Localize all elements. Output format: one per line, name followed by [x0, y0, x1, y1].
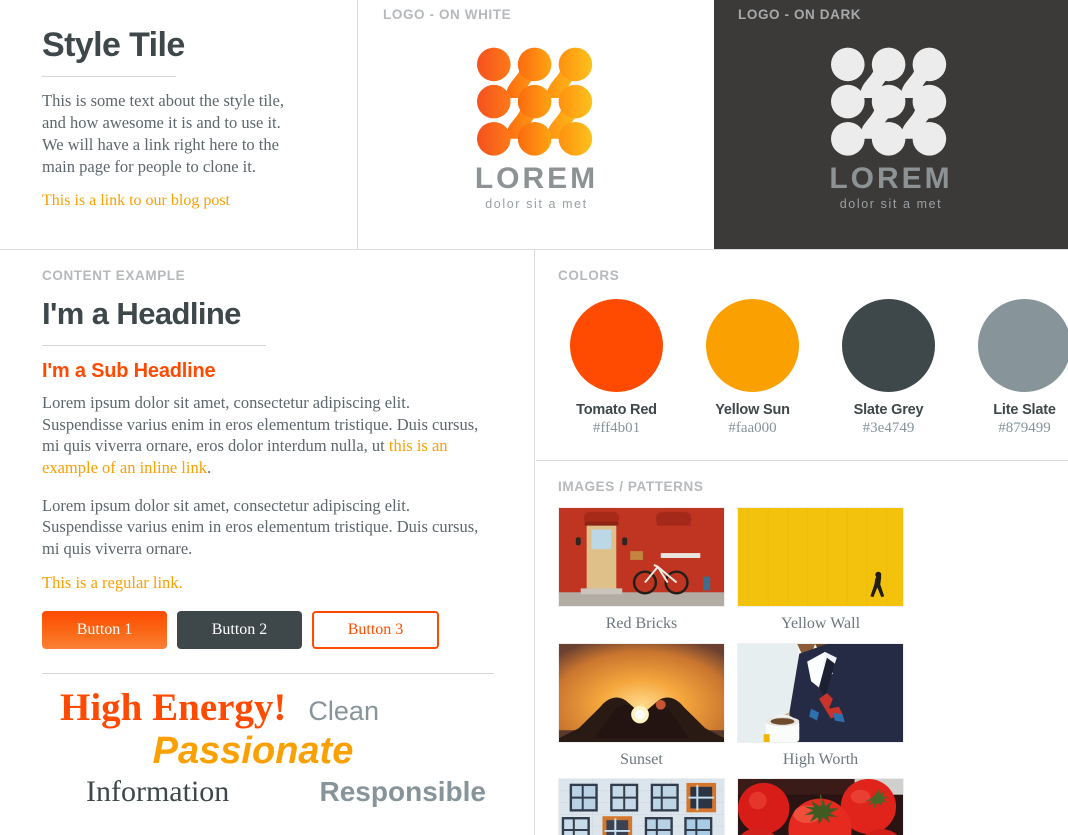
button-3[interactable]: Button 3: [312, 611, 439, 650]
logo-wordmark: LOREM: [474, 162, 599, 195]
adjective-information: Information: [86, 775, 230, 809]
logo-tagline: dolor sit a met: [485, 197, 588, 211]
swatch-name: Lite Slate: [993, 402, 1056, 418]
color-swatch: Slate Grey #3e4749: [842, 299, 935, 437]
swatch-circle-slate-grey: [842, 299, 935, 392]
style-tile-page: Style Tile This is some text about the s…: [0, 0, 1068, 835]
page-title: Style Tile: [42, 26, 185, 64]
logo-on-dark: LOREM dolor sit a met: [815, 38, 967, 211]
images-patterns-panel: IMAGES / PATTERNS Red Bricks Yellow Wall…: [536, 461, 1068, 835]
swatch-name: Tomato Red: [576, 402, 657, 418]
bright-red-thumbnail[interactable]: [737, 778, 904, 835]
adjective-passionate: Passionate: [152, 730, 354, 773]
headline: I'm a Headline: [42, 296, 241, 331]
colors-label: COLORS: [558, 268, 620, 283]
image-card[interactable]: High Worth: [737, 642, 904, 769]
intro-panel: Style Tile This is some text about the s…: [0, 0, 358, 249]
image-caption: Sunset: [620, 750, 663, 768]
adjectives-row-1: High Energy! Clean: [42, 686, 494, 730]
button-2[interactable]: Button 2: [177, 611, 302, 650]
image-caption: Red Bricks: [605, 615, 678, 632]
logo-on-dark-panel: LOGO - ON DARK LOREM dolor sit a met: [714, 0, 1068, 249]
title-divider: [42, 76, 176, 78]
image-card[interactable]: Yellow Wall: [737, 507, 904, 633]
button-1[interactable]: Button 1: [42, 611, 167, 650]
image-caption: High Worth: [782, 750, 859, 768]
logo-mark-icon: [476, 47, 592, 156]
image-caption: Yellow Wall: [780, 615, 861, 632]
swatch-hex: #faa000: [728, 420, 777, 436]
image-card[interactable]: Red Bricks: [558, 507, 725, 633]
sunset-art: [559, 643, 724, 742]
logo-tagline-dark: dolor sit a met: [839, 197, 943, 211]
logo-mark-light-icon: [831, 47, 947, 156]
body-paragraph-2: Lorem ipsum dolor sit amet, consectetur …: [42, 495, 479, 558]
red-bricks-thumbnail[interactable]: [558, 507, 725, 607]
subtle-callouts-thumbnail[interactable]: [558, 778, 725, 835]
sunset-thumbnail[interactable]: [558, 642, 725, 743]
logo-wordmark-dark: LOREM: [829, 162, 953, 195]
swatch-hex: #ff4b01: [592, 420, 641, 436]
color-swatch: Lite Slate #879499: [978, 299, 1068, 437]
swatch-name: Slate Grey: [853, 402, 924, 418]
sub-headline: I'm a Sub Headline: [42, 360, 216, 383]
adjective-high-energy: High Energy!: [60, 686, 287, 730]
yellow-wall-thumbnail[interactable]: [737, 507, 904, 607]
intro-paragraph: This is some text about the style tile, …: [42, 91, 284, 177]
adjectives-row-3: Information Responsible: [42, 775, 494, 808]
top-row: Style Tile This is some text about the s…: [0, 0, 1068, 250]
images-patterns-label: IMAGES / PATTERNS: [558, 479, 704, 494]
logo-on-white-label: LOGO - ON WHITE: [383, 7, 512, 22]
adjective-clean: Clean: [308, 696, 379, 727]
logo-on-white: LOREM dolor sit a met: [461, 38, 613, 211]
image-grid: Red Bricks Yellow Wall Sunset High Worth: [558, 507, 1068, 835]
swatch-name: Yellow Sun: [715, 402, 790, 418]
swatch-circle-yellow-sun: [706, 299, 799, 392]
button-row: Button 1 Button 2 Button 3: [42, 611, 504, 650]
swatch-circle-tomato-red: [570, 299, 663, 392]
paragraph-1-tail: .: [206, 457, 212, 477]
colors-panel: COLORS Tomato Red #ff4b01 Yellow Sun #fa…: [536, 250, 1068, 461]
adjectives-divider: [42, 673, 494, 675]
swatch-circle-lite-slate: [978, 299, 1068, 392]
high-worth-thumbnail[interactable]: [737, 642, 904, 743]
body-paragraph-1: Lorem ipsum dolor sit amet, consectetur …: [42, 392, 494, 478]
blog-post-link[interactable]: This is a link to our blog post: [42, 192, 327, 210]
color-swatch-row: Tomato Red #ff4b01 Yellow Sun #faa000 Sl…: [558, 299, 1068, 437]
adjective-responsible: Responsible: [319, 776, 486, 808]
bright-red-art: [738, 779, 903, 835]
image-card[interactable]: Sunset: [558, 642, 725, 769]
logo-on-dark-label: LOGO - ON DARK: [738, 7, 862, 22]
regular-link[interactable]: This is a regular link.: [42, 573, 183, 593]
yellow-wall-art: [738, 508, 903, 606]
image-card[interactable]: Bright Red: [737, 778, 904, 835]
subtle-callouts-art: [559, 779, 724, 835]
color-swatch: Tomato Red #ff4b01: [570, 299, 663, 437]
headline-divider: [42, 345, 266, 347]
right-column: COLORS Tomato Red #ff4b01 Yellow Sun #fa…: [536, 250, 1068, 835]
swatch-hex: #3e4749: [862, 420, 915, 436]
adjectives-block: High Energy! Clean Passionate Informatio…: [42, 686, 494, 808]
red-bricks-art: [559, 508, 724, 606]
content-example-panel: CONTENT EXAMPLE I'm a Headline I'm a Sub…: [0, 250, 535, 835]
color-swatch: Yellow Sun #faa000: [706, 299, 799, 437]
content-example-label: CONTENT EXAMPLE: [42, 268, 186, 283]
image-card[interactable]: Subtle Callouts: [558, 778, 725, 835]
logo-on-white-panel: LOGO - ON WHITE LOREM dolor sit a met: [359, 0, 714, 249]
high-worth-art: [738, 643, 903, 742]
swatch-hex: #879499: [998, 420, 1051, 436]
adjectives-row-2: Passionate: [42, 730, 494, 773]
